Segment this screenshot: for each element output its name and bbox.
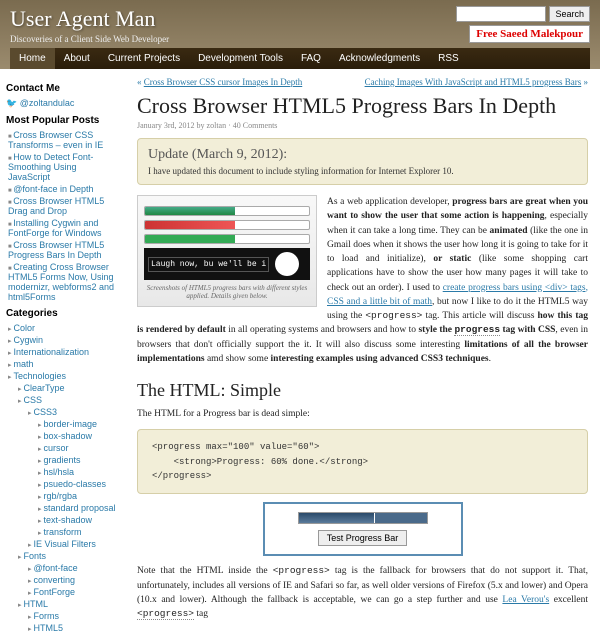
demo-progress-bar [298, 512, 428, 524]
categories-tree: Color Cygwin Internationalization math T… [8, 323, 119, 633]
list-item[interactable]: CSS3 [33, 407, 57, 417]
list-item[interactable]: IE Visual Filters [33, 539, 95, 549]
sidebar: Contact Me 🐦 @zoltandulac Most Popular P… [0, 69, 125, 643]
post-nav: « Cross Browser CSS cursor Images In Dep… [137, 77, 588, 87]
article-title: Cross Browser HTML5 Progress Bars In Dep… [137, 93, 588, 119]
silhouette-icon [275, 252, 299, 276]
twitter-link[interactable]: 🐦 @zoltandulac [6, 98, 119, 109]
list-item[interactable]: Color [13, 323, 35, 333]
list-item[interactable]: Cross Browser HTML5 Progress Bars In Dep… [8, 240, 104, 260]
progress-sample [144, 234, 310, 244]
list-item[interactable]: Cross Browser CSS Transforms – even in I… [8, 130, 103, 150]
search-form: Search [456, 6, 590, 22]
section-heading: The HTML: Simple [137, 380, 588, 401]
progress-sample [144, 206, 310, 216]
twitter-handle: @zoltandulac [20, 98, 75, 108]
section-intro: The HTML for a Progress bar is dead simp… [137, 407, 588, 421]
list-item[interactable]: cursor [43, 443, 68, 453]
list-item[interactable]: rgb/rgba [43, 491, 77, 501]
search-input[interactable] [456, 6, 546, 22]
site-title[interactable]: User Agent Man [10, 6, 169, 32]
nav-about[interactable]: About [55, 48, 99, 69]
update-body: I have updated this document to include … [148, 166, 577, 176]
list-item[interactable]: hsl/hsla [43, 467, 74, 477]
categories-heading: Categories [6, 308, 119, 319]
list-item[interactable]: gradients [43, 455, 80, 465]
screenshot-figure: Laugh now, bu we'll be i Screenshots of … [137, 195, 317, 307]
main-nav: Home About Current Projects Development … [10, 48, 590, 69]
popular-heading: Most Popular Posts [6, 115, 119, 126]
list-item[interactable]: ClearType [23, 383, 64, 393]
test-progress-button[interactable]: Test Progress Bar [318, 530, 408, 546]
update-callout: Update (March 9, 2012): I have updated t… [137, 138, 588, 185]
nav-home[interactable]: Home [10, 48, 55, 69]
list-item[interactable]: math [13, 359, 33, 369]
list-item[interactable]: converting [33, 575, 75, 585]
nav-faq[interactable]: FAQ [292, 48, 330, 69]
code-example: <progress max="100" value="60"> <strong>… [137, 429, 588, 494]
nav-projects[interactable]: Current Projects [99, 48, 189, 69]
list-item[interactable]: Creating Cross Browser HTML5 Forms Now, … [8, 262, 114, 302]
list-item[interactable]: Cygwin [13, 335, 43, 345]
list-item[interactable]: Cross Browser HTML5 Drag and Drop [8, 196, 104, 216]
article-meta: January 3rd, 2012 by zoltan · 40 Comment… [137, 121, 588, 130]
list-item[interactable]: Forms [33, 611, 59, 621]
progress-sample-dark: Laugh now, bu we'll be i [144, 248, 310, 280]
site-header: User Agent Man Discoveries of a Client S… [0, 0, 600, 69]
list-item[interactable]: Fonts [23, 551, 46, 561]
nav-rss[interactable]: RSS [429, 48, 468, 69]
nav-tools[interactable]: Development Tools [189, 48, 292, 69]
sample-text: Laugh now, bu we'll be i [148, 257, 269, 272]
main-content: « Cross Browser CSS cursor Images In Dep… [125, 69, 600, 643]
list-item[interactable]: Installing Cygwin and FontForge for Wind… [8, 218, 102, 238]
list-item[interactable]: How to Detect Font-Smoothing Using JavaS… [8, 152, 93, 182]
list-item[interactable]: transform [43, 527, 81, 537]
next-post-link[interactable]: Caching Images With JavaScript and HTML5… [365, 77, 582, 87]
list-item[interactable]: psuedo-classes [43, 479, 106, 489]
list-item[interactable]: @font-face [33, 563, 77, 573]
list-item[interactable]: FontForge [33, 587, 75, 597]
list-item[interactable]: text-shadow [43, 515, 92, 525]
list-item[interactable]: HTML5 [33, 623, 63, 633]
list-item[interactable]: CSS [23, 395, 42, 405]
contact-heading: Contact Me [6, 83, 119, 94]
progress-sample [144, 220, 310, 230]
promo-badge[interactable]: Free Saeed Malekpour [469, 25, 590, 43]
figure-caption: Screenshots of HTML5 progress bars with … [144, 284, 310, 300]
popular-list: Cross Browser CSS Transforms – even in I… [8, 130, 119, 302]
prev-post-link[interactable]: Cross Browser CSS cursor Images In Depth [144, 77, 302, 87]
list-item[interactable]: standard proposal [43, 503, 115, 513]
branding: User Agent Man Discoveries of a Client S… [10, 6, 169, 44]
header-right: Search Free Saeed Malekpour [456, 6, 590, 43]
list-item[interactable]: box-shadow [43, 431, 92, 441]
list-item[interactable]: border-image [43, 419, 97, 429]
note-paragraph: Note that the HTML inside the <progress>… [137, 564, 588, 621]
list-item[interactable]: Internationalization [13, 347, 89, 357]
site-tagline: Discoveries of a Client Side Web Develop… [10, 34, 169, 44]
list-item[interactable]: HTML [23, 599, 48, 609]
demo-box: Test Progress Bar [263, 502, 463, 556]
list-item[interactable]: Technologies [13, 371, 66, 381]
list-item[interactable]: @font-face in Depth [13, 184, 93, 194]
search-button[interactable]: Search [549, 6, 590, 22]
update-heading: Update (March 9, 2012): [148, 147, 577, 163]
nav-ack[interactable]: Acknowledgments [330, 48, 429, 69]
